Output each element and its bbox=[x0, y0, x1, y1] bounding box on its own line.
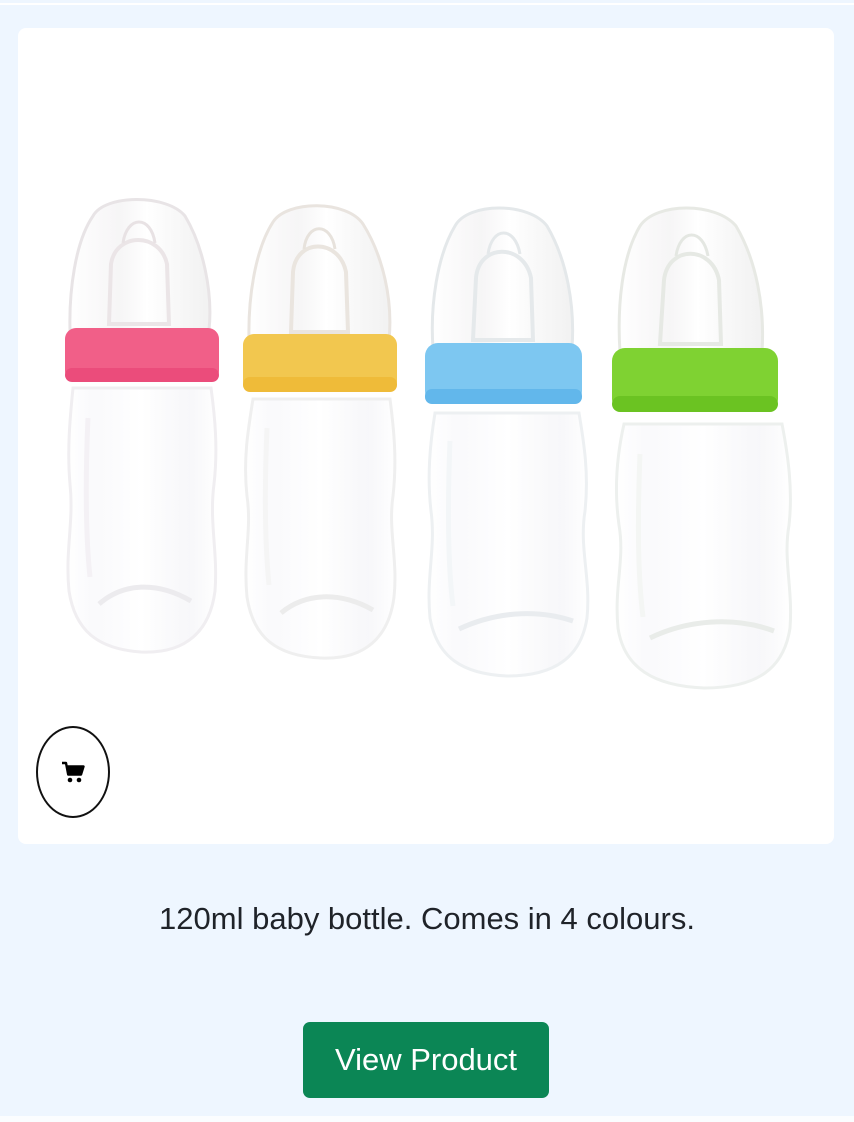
product-card-page: 120ml baby bottle. Comes in 4 colours. V… bbox=[0, 0, 854, 1122]
top-divider bbox=[0, 0, 854, 5]
shopping-cart-icon bbox=[62, 761, 85, 783]
baby-bottles-image bbox=[65, 198, 793, 690]
product-image-card bbox=[18, 28, 834, 844]
add-to-cart-button[interactable] bbox=[36, 726, 110, 818]
view-product-button[interactable]: View Product bbox=[303, 1022, 549, 1098]
bottom-divider bbox=[0, 1116, 854, 1122]
product-description: 120ml baby bottle. Comes in 4 colours. bbox=[159, 901, 695, 936]
